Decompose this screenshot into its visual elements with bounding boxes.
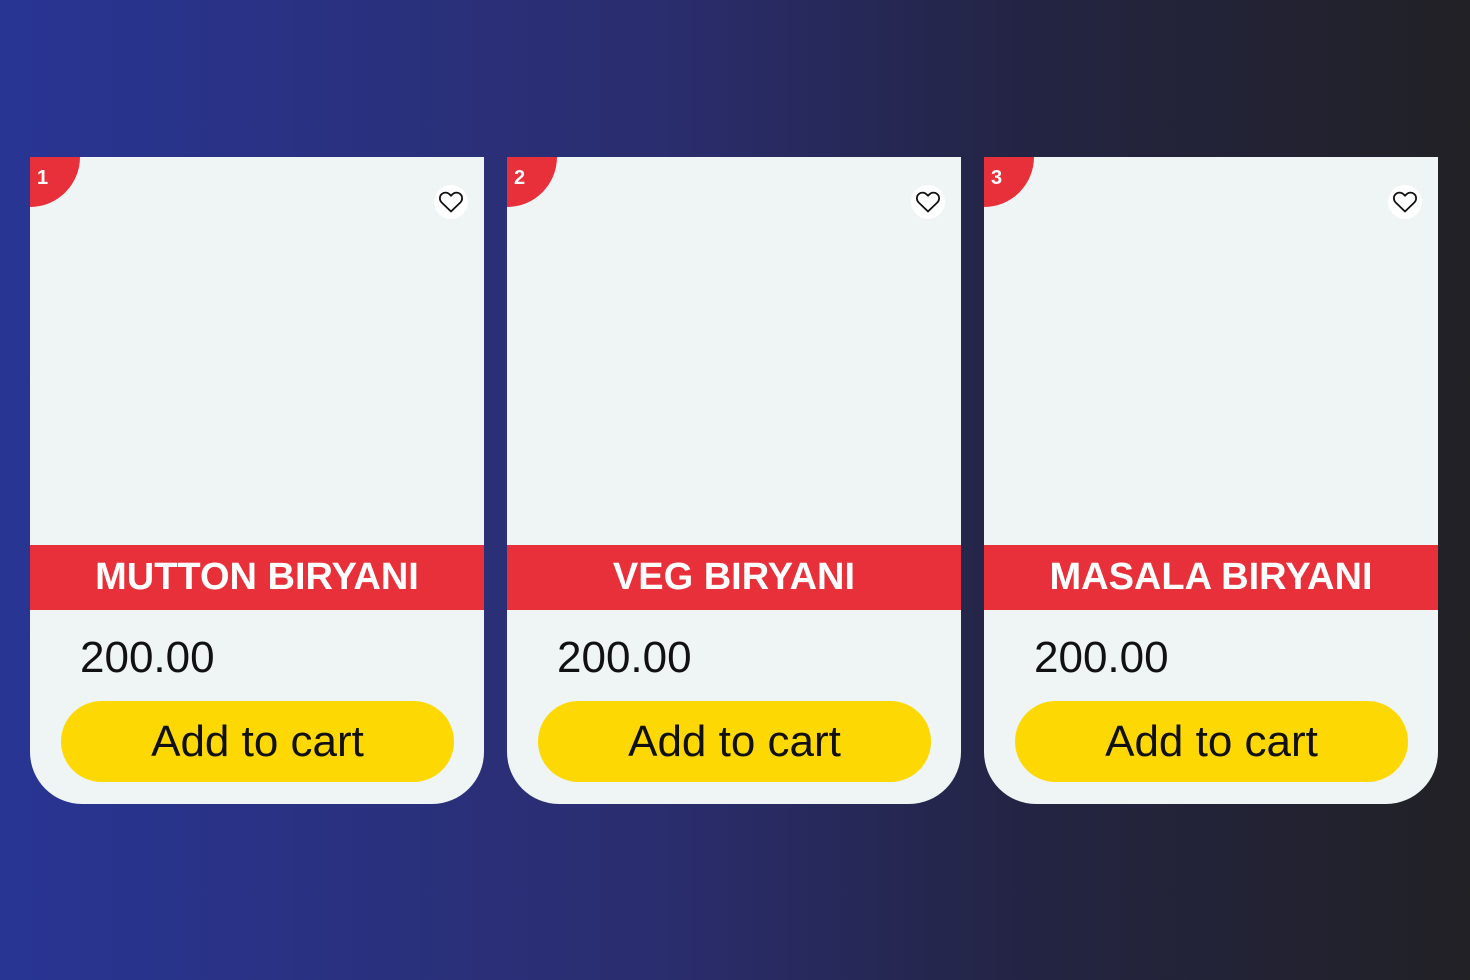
product-title-bar: MUTTON BIRYANI bbox=[30, 545, 484, 610]
product-title-bar: VEG BIRYANI bbox=[507, 545, 961, 610]
product-name: MUTTON BIRYANI bbox=[95, 556, 419, 598]
product-card: 3 MASALA BIRYANI 200.00 Add to cart bbox=[984, 157, 1438, 804]
add-to-cart-button[interactable]: Add to cart bbox=[61, 701, 454, 782]
rank-number: 2 bbox=[514, 167, 526, 189]
favorite-button[interactable] bbox=[1388, 185, 1422, 219]
product-title-bar: MASALA BIRYANI bbox=[984, 545, 1438, 610]
add-to-cart-button[interactable]: Add to cart bbox=[538, 701, 931, 782]
product-name: MASALA BIRYANI bbox=[1049, 556, 1373, 598]
product-image-area[interactable] bbox=[30, 157, 484, 545]
add-to-cart-label: Add to cart bbox=[151, 716, 364, 766]
heart-outline-icon bbox=[1393, 191, 1417, 213]
rank-number: 1 bbox=[37, 167, 49, 189]
product-image-area[interactable] bbox=[984, 157, 1438, 545]
product-price: 200.00 bbox=[80, 633, 215, 682]
product-image-area[interactable] bbox=[507, 157, 961, 545]
product-price: 200.00 bbox=[1034, 633, 1169, 682]
heart-outline-icon bbox=[439, 191, 463, 213]
add-to-cart-label: Add to cart bbox=[1105, 716, 1318, 766]
product-name: VEG BIRYANI bbox=[612, 556, 856, 598]
favorite-button[interactable] bbox=[911, 185, 945, 219]
product-price: 200.00 bbox=[557, 633, 692, 682]
heart-outline-icon bbox=[916, 191, 940, 213]
add-to-cart-button[interactable]: Add to cart bbox=[1015, 701, 1408, 782]
product-card: 1 MUTTON BIRYANI 200.00 Add to cart bbox=[30, 157, 484, 804]
rank-number: 3 bbox=[991, 167, 1003, 189]
favorite-button[interactable] bbox=[434, 185, 468, 219]
add-to-cart-label: Add to cart bbox=[628, 716, 841, 766]
product-card-list: 1 MUTTON BIRYANI 200.00 Add to cart 2 VE… bbox=[0, 0, 1470, 980]
product-card: 2 VEG BIRYANI 200.00 Add to cart bbox=[507, 157, 961, 804]
